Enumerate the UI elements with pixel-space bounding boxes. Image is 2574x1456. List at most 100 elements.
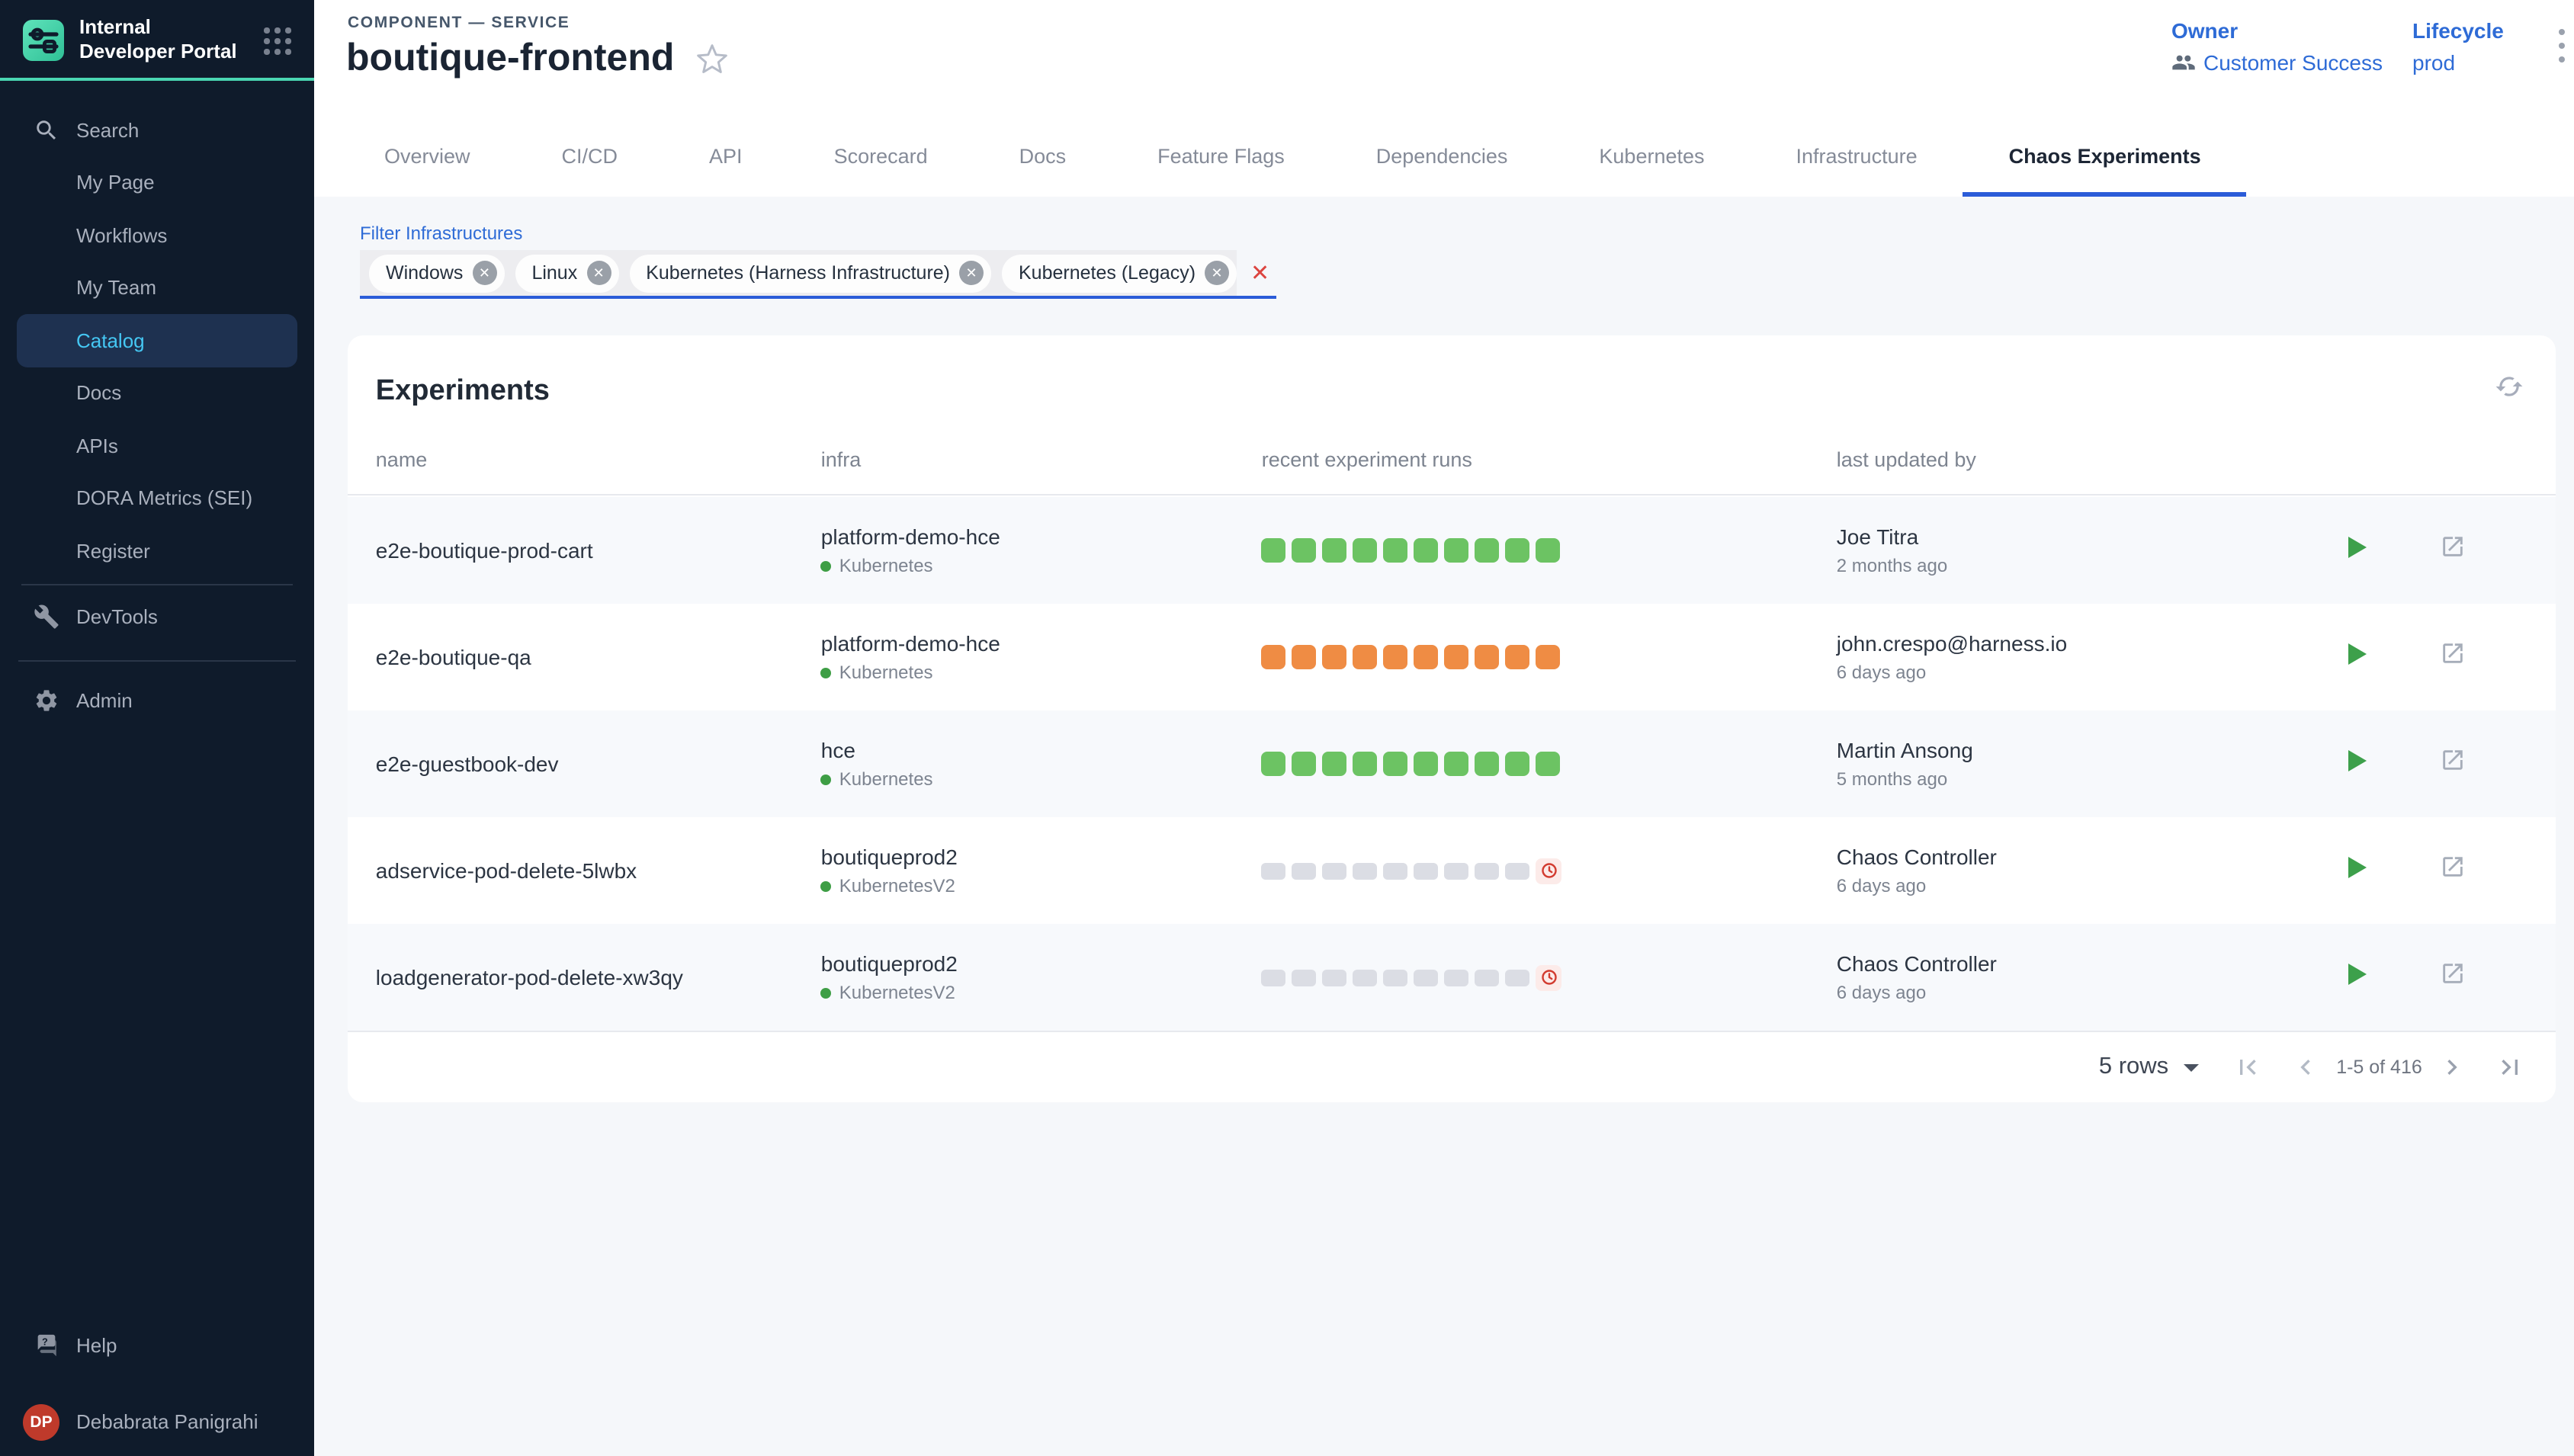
first-page-icon[interactable] [2232,1052,2263,1082]
run-bar-empty[interactable] [1506,862,1530,879]
run-bar-passed[interactable] [1353,752,1378,776]
run-experiment-play-icon[interactable] [2349,963,2367,984]
open-external-icon[interactable] [2441,961,2466,986]
run-bar-passed[interactable] [1353,538,1378,563]
filter-chip-kubernetes-legacy[interactable]: Kubernetes (Legacy)✕ [1002,254,1237,292]
sidebar-item-dora-metrics-sei[interactable]: DORA Metrics (SEI) [0,472,314,524]
owner-link[interactable]: Customer Success [2203,50,2383,75]
run-bar-failed[interactable] [1323,645,1347,669]
tab-kubernetes[interactable]: Kubernetes [1553,116,1750,197]
sidebar-item-register[interactable]: Register [0,524,314,577]
sidebar-item-apis[interactable]: APIs [0,419,314,472]
filter-chip-field[interactable]: Windows✕ Linux✕ Kubernetes (Harness Infras… [360,250,1237,296]
run-bar-empty[interactable] [1262,862,1286,879]
kebab-menu-icon[interactable] [2550,26,2574,66]
chip-remove-icon[interactable]: ✕ [1205,261,1229,285]
run-bar-failed[interactable] [1445,645,1469,669]
run-bar-failed[interactable] [1353,645,1378,669]
run-bar-failed[interactable] [1506,645,1530,669]
refresh-icon[interactable] [2495,372,2524,401]
run-bar-passed[interactable] [1384,538,1408,563]
next-page-icon[interactable] [2438,1052,2468,1082]
run-bar-empty[interactable] [1353,862,1378,879]
run-bar-empty[interactable] [1445,969,1469,986]
scheduled-clock-icon[interactable] [1536,858,1562,884]
run-bar-passed[interactable] [1475,752,1500,776]
run-bar-empty[interactable] [1445,862,1469,879]
run-bar-passed[interactable] [1536,538,1561,563]
tab-api[interactable]: API [663,116,788,197]
tab-overview[interactable]: Overview [339,116,516,197]
run-bar-failed[interactable] [1384,645,1408,669]
run-bar-passed[interactable] [1323,752,1347,776]
tab-infrastructure[interactable]: Infrastructure [1751,116,1963,197]
tab-docs[interactable]: Docs [974,116,1112,197]
sidebar-item-my-team[interactable]: My Team [0,261,314,314]
run-bar-empty[interactable] [1384,862,1408,879]
tab-ci-cd[interactable]: CI/CD [516,116,664,197]
run-bar-passed[interactable] [1506,752,1530,776]
open-external-icon[interactable] [2441,640,2466,666]
clear-filters-icon[interactable]: ✕ [1250,261,1269,284]
tab-chaos-experiments[interactable]: Chaos Experiments [1963,116,2247,197]
open-external-icon[interactable] [2441,854,2466,880]
run-bar-failed[interactable] [1292,645,1317,669]
run-bar-passed[interactable] [1262,752,1286,776]
run-experiment-play-icon[interactable] [2349,643,2367,664]
filter-chip-windows[interactable]: Windows✕ [369,254,504,292]
last-page-icon[interactable] [2495,1052,2526,1082]
run-bar-empty[interactable] [1475,862,1500,879]
open-external-icon[interactable] [2441,747,2466,773]
run-bar-empty[interactable] [1323,862,1347,879]
tab-scorecard[interactable]: Scorecard [788,116,974,197]
run-bar-passed[interactable] [1384,752,1408,776]
run-bar-failed[interactable] [1414,645,1439,669]
run-bar-failed[interactable] [1262,645,1286,669]
run-bar-passed[interactable] [1292,752,1317,776]
run-bar-passed[interactable] [1292,538,1317,563]
tab-feature-flags[interactable]: Feature Flags [1112,116,1330,197]
rows-per-page-select[interactable]: 5 rows [2099,1054,2199,1081]
filter-input[interactable]: Windows✕ Linux✕ Kubernetes (Harness Infras… [360,250,1276,299]
run-experiment-play-icon[interactable] [2349,536,2367,557]
sidebar-user[interactable]: DP Debabrata Panigrahi [0,1395,314,1448]
run-bar-empty[interactable] [1292,862,1317,879]
run-bar-empty[interactable] [1292,969,1317,986]
sidebar-item-admin[interactable]: Admin [0,674,314,726]
sidebar-item-my-page[interactable]: My Page [0,156,314,209]
sidebar-item-catalog[interactable]: Catalog [17,314,297,367]
run-bar-passed[interactable] [1323,538,1347,563]
run-bar-failed[interactable] [1475,645,1500,669]
run-bar-failed[interactable] [1536,645,1561,669]
previous-page-icon[interactable] [2290,1052,2321,1082]
run-bar-passed[interactable] [1445,752,1469,776]
chip-remove-icon[interactable]: ✕ [959,261,984,285]
run-bar-empty[interactable] [1353,969,1378,986]
tab-dependencies[interactable]: Dependencies [1330,116,1554,197]
run-bar-passed[interactable] [1536,752,1561,776]
run-experiment-play-icon[interactable] [2349,856,2367,877]
favorite-star-icon[interactable] [695,42,729,75]
run-bar-empty[interactable] [1506,969,1530,986]
run-bar-passed[interactable] [1445,538,1469,563]
sidebar-item-workflows[interactable]: Workflows [0,209,314,261]
open-external-icon[interactable] [2441,534,2466,560]
scheduled-clock-icon[interactable] [1536,964,1562,990]
run-bar-passed[interactable] [1414,752,1439,776]
run-bar-passed[interactable] [1475,538,1500,563]
run-bar-empty[interactable] [1323,969,1347,986]
filter-chip-linux[interactable]: Linux✕ [515,254,618,292]
sidebar-item-search[interactable]: Search [0,104,314,156]
sidebar-item-help[interactable]: ? Help [0,1320,314,1372]
apps-grid-icon[interactable] [264,27,291,55]
run-bar-passed[interactable] [1262,538,1286,563]
chip-remove-icon[interactable]: ✕ [472,261,496,285]
chip-remove-icon[interactable]: ✕ [586,261,611,285]
run-bar-empty[interactable] [1414,969,1439,986]
filter-chip-kubernetes-harness-infrastructure[interactable]: Kubernetes (Harness Infrastructure)✕ [629,254,991,292]
run-bar-empty[interactable] [1262,969,1286,986]
run-bar-empty[interactable] [1475,969,1500,986]
sidebar-item-docs[interactable]: Docs [0,367,314,419]
run-bar-empty[interactable] [1414,862,1439,879]
run-bar-passed[interactable] [1506,538,1530,563]
